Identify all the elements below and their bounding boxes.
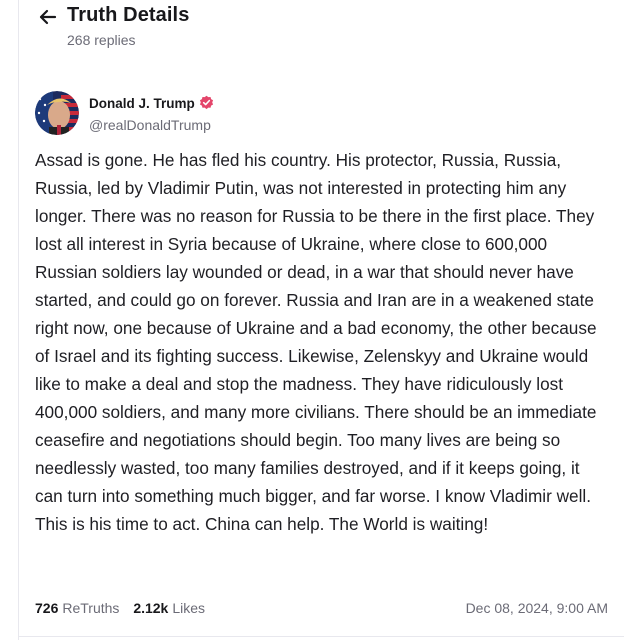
avatar-image bbox=[35, 91, 79, 135]
verified-badge-icon bbox=[199, 95, 214, 110]
author-handle[interactable]: @realDonaldTrump bbox=[89, 117, 211, 133]
retruths-stat[interactable]: 726 ReTruths bbox=[35, 600, 119, 616]
likes-stat[interactable]: 2.12k Likes bbox=[133, 600, 205, 616]
arrow-left-icon bbox=[39, 9, 57, 25]
truth-details-page: Truth Details 268 replies Donald J. Trum… bbox=[18, 0, 624, 640]
retruths-count: 726 bbox=[35, 600, 59, 616]
divider bbox=[19, 636, 624, 637]
post-stats: 726 ReTruths 2.12k Likes bbox=[35, 600, 205, 616]
avatar[interactable] bbox=[35, 91, 79, 135]
likes-label: Likes bbox=[172, 600, 206, 616]
post-timestamp[interactable]: Dec 08, 2024, 9:00 AM bbox=[466, 600, 608, 616]
post-text: Assad is gone. He has fled his country. … bbox=[35, 150, 597, 534]
likes-count: 2.12k bbox=[133, 600, 169, 616]
author-name-row[interactable]: Donald J. Trump bbox=[89, 95, 214, 111]
author-name: Donald J. Trump bbox=[89, 96, 195, 111]
page-header: Truth Details 268 replies bbox=[19, 0, 624, 62]
page-title: Truth Details bbox=[67, 4, 190, 26]
replies-count: 268 replies bbox=[67, 32, 136, 48]
retruths-label: ReTruths bbox=[62, 600, 120, 616]
back-button[interactable] bbox=[37, 6, 59, 28]
